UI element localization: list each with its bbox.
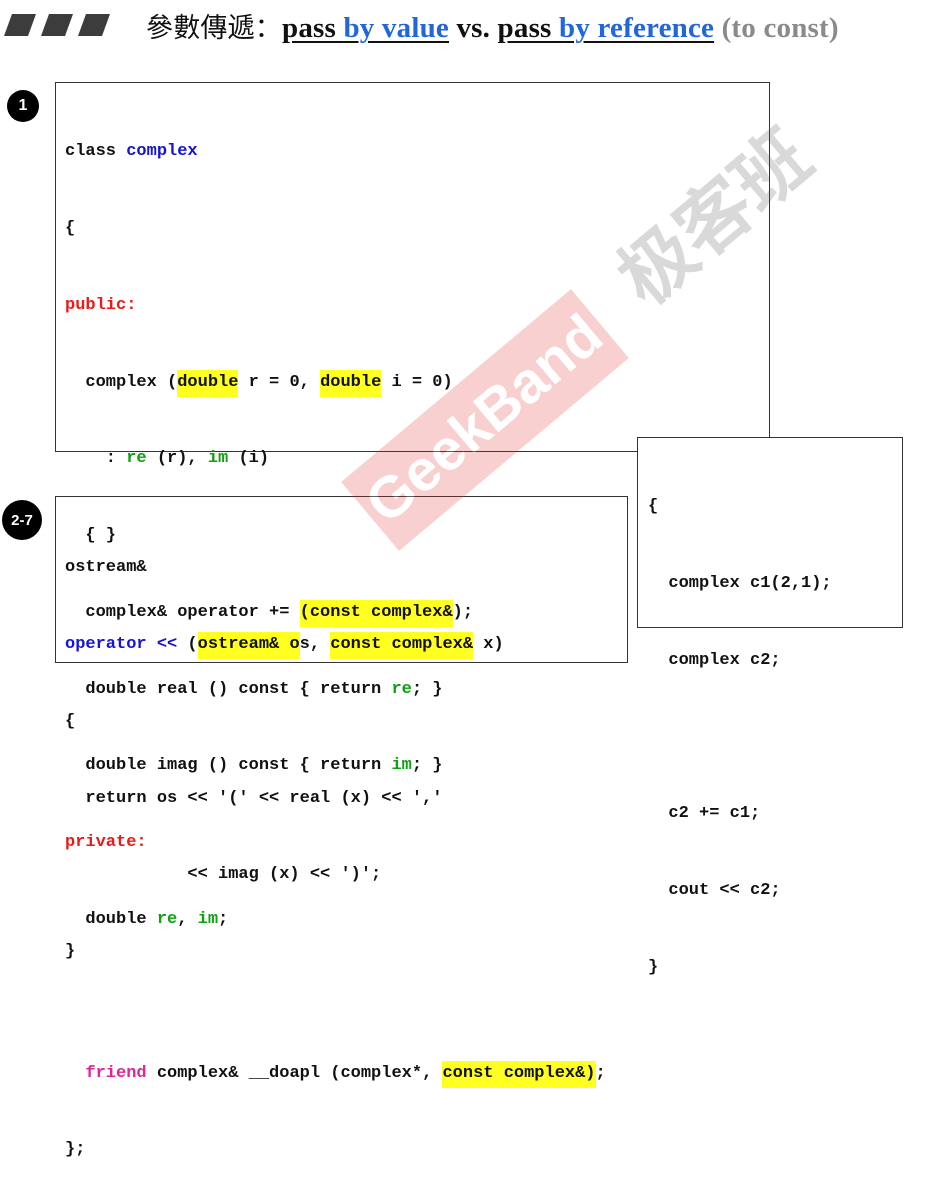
title-by-value: by value <box>343 12 449 44</box>
code-line: { <box>65 218 76 238</box>
code-line-friend: friend complex& __doapl (complex*, const… <box>65 1060 606 1088</box>
operator-output-code: ostream& operator << (ostream& os, const… <box>65 504 504 990</box>
code-line: ostream& <box>65 558 147 578</box>
code-line-c1: complex c1(2,1); <box>648 573 832 593</box>
title-vs: vs. <box>449 12 498 44</box>
usage-code: { complex c1(2,1); complex c2; c2 += c1;… <box>648 443 832 1006</box>
code-line-plus-eq: c2 += c1; <box>648 804 761 824</box>
code-line-initializer: : re (r), im (i) <box>65 449 270 469</box>
code-line-operator-decl: operator << (ostream& os, const complex&… <box>65 631 504 659</box>
highlight-const-complex-ref-3: const complex& <box>330 631 474 659</box>
highlight-const-complex-ref-2: const complex&) <box>442 1060 596 1088</box>
step-badge-2-7: 2-7 <box>2 500 42 540</box>
code-line: } <box>648 957 659 977</box>
title-by-reference: by reference <box>559 12 715 44</box>
title-chinese: 參數傳遞： <box>146 13 282 44</box>
title-to-const: (to const) <box>714 12 839 44</box>
class-name: complex <box>126 142 198 162</box>
code-line: } <box>65 942 76 962</box>
code-line-return-cont: << imag (x) << ')'; <box>65 865 382 885</box>
title-underlined: pass by value <box>282 12 449 44</box>
highlight-ostream-ref: ostream& o <box>197 631 300 659</box>
code-line-cout: cout << c2; <box>648 881 781 901</box>
code-line: { <box>65 711 76 731</box>
code-line: }; <box>65 1140 86 1160</box>
highlight-double-r: double <box>177 369 239 397</box>
code-line-return: return os << '(' << real (x) << ',' <box>65 788 443 808</box>
code-line: { <box>648 497 659 517</box>
code-line-c2: complex c2; <box>648 650 781 670</box>
code-line: class complex <box>65 142 198 162</box>
code-line-constructor: complex (double r = 0, double i = 0) <box>65 369 606 397</box>
slide-title: 參數傳遞：pass by value vs. pass by reference… <box>146 6 839 46</box>
operator-keyword: operator << <box>65 634 178 654</box>
title-bars-decoration <box>4 14 110 36</box>
title-underlined-2: pass by reference <box>497 12 715 44</box>
step-badge-1: 1 <box>7 90 39 122</box>
friend-keyword: friend <box>85 1063 147 1083</box>
highlight-double-i: double <box>320 369 382 397</box>
public-label: public: <box>65 295 137 315</box>
